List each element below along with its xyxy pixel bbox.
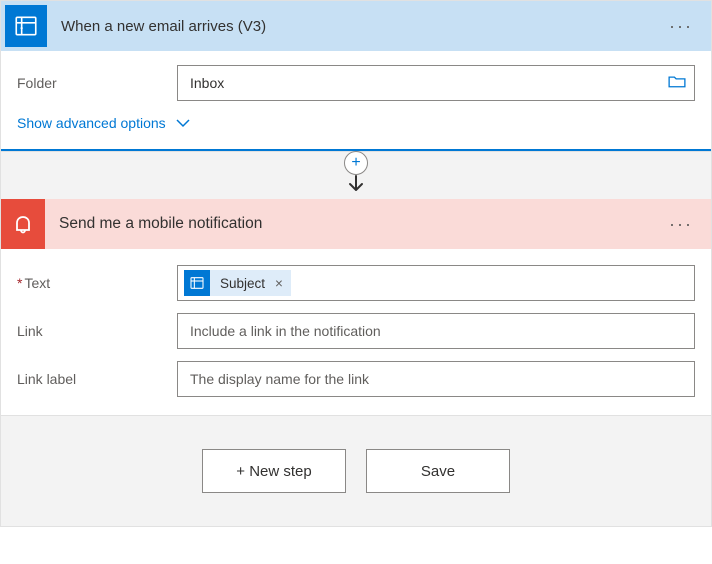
action-card: Send me a mobile notification ··· *Text	[1, 199, 711, 416]
chevron-down-icon	[176, 119, 190, 128]
trigger-more-menu[interactable]: ···	[663, 12, 699, 41]
token-label: Subject	[210, 276, 273, 291]
action-title: Send me a mobile notification	[59, 215, 663, 233]
save-button[interactable]: Save	[366, 449, 510, 493]
new-step-button[interactable]: + New step	[202, 449, 346, 493]
add-step-inline-button[interactable]: +	[344, 151, 368, 175]
token-remove-button[interactable]: ×	[273, 276, 291, 291]
advanced-options-label: Show advanced options	[17, 115, 166, 131]
arrow-down-icon	[347, 174, 365, 197]
trigger-card: When a new email arrives (V3) ··· Folder…	[1, 1, 711, 151]
folder-input[interactable]	[190, 75, 660, 91]
trigger-header[interactable]: When a new email arrives (V3) ···	[1, 1, 711, 51]
footer-area: + New step Save	[1, 416, 711, 526]
link-label-input[interactable]	[190, 371, 682, 387]
link-field-label: Link	[17, 323, 177, 339]
show-advanced-options-link[interactable]: Show advanced options	[17, 113, 190, 135]
connector-area: +	[1, 151, 711, 199]
text-field-label: *Text	[17, 275, 177, 291]
outlook-icon	[184, 270, 210, 296]
folder-label: Folder	[17, 75, 177, 91]
notification-bell-icon	[1, 199, 45, 249]
action-more-menu[interactable]: ···	[663, 210, 699, 239]
dynamic-token-subject[interactable]: Subject ×	[184, 270, 291, 296]
folder-picker-icon[interactable]	[668, 75, 686, 92]
outlook-icon	[5, 5, 47, 47]
action-header[interactable]: Send me a mobile notification ···	[1, 199, 711, 249]
text-input[interactable]: Subject ×	[177, 265, 695, 301]
trigger-title: When a new email arrives (V3)	[61, 18, 663, 35]
folder-input-wrap[interactable]	[177, 65, 695, 101]
link-label-field-label: Link label	[17, 371, 177, 387]
link-input[interactable]	[190, 323, 682, 339]
